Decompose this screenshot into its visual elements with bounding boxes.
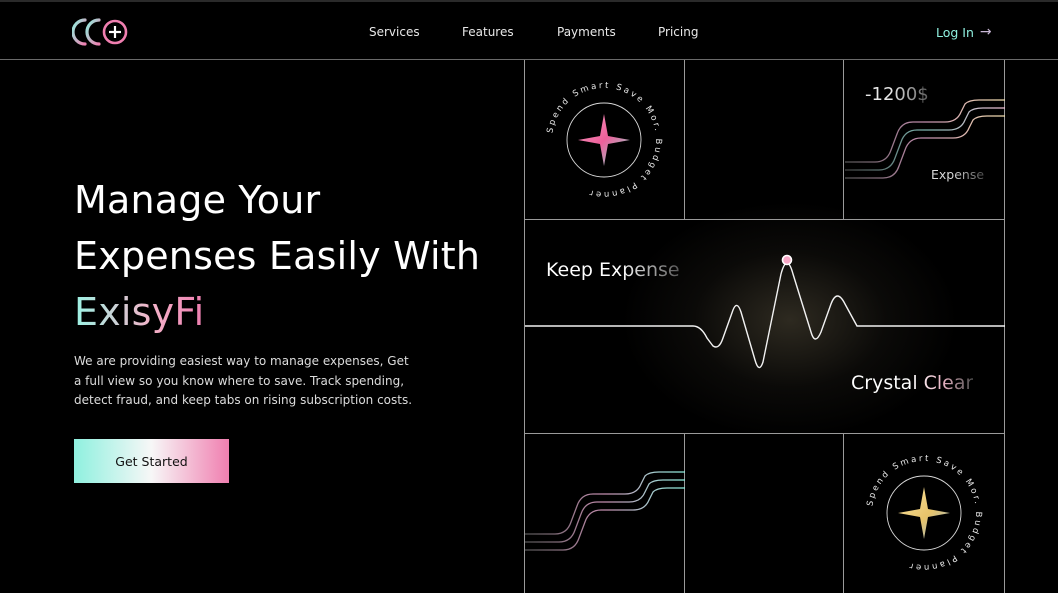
sparkle-star-icon (578, 114, 630, 166)
grid-divider (524, 433, 1005, 434)
pulse-peak-dot (781, 254, 793, 266)
pulse-line-chart (525, 254, 1005, 369)
hero-description: We are providing easiest way to manage e… (74, 354, 413, 407)
hero-title: Manage Your Expenses Easily With ExisyFi (74, 172, 514, 340)
hero-title-brand: ExisyFi (74, 290, 205, 334)
sparkle-star-icon (898, 487, 950, 539)
login-button[interactable]: Log In → (936, 24, 992, 40)
login-label: Log In (936, 24, 974, 40)
grid-divider (684, 60, 685, 220)
grid-divider (843, 60, 844, 220)
nav-features-link[interactable]: Features (462, 25, 514, 39)
grid-divider (843, 433, 844, 593)
crystal-clear-heading: Crystal Clear (851, 372, 974, 394)
nav-pricing-link[interactable]: Pricing (658, 25, 698, 39)
nav-services-link[interactable]: Services (369, 25, 420, 39)
top-nav-bar: Services Features Payments Pricing Log I… (0, 2, 1058, 60)
grid-divider (524, 219, 1005, 220)
expense-label: Expense (931, 167, 985, 182)
arrow-right-icon: → (979, 24, 992, 40)
brand-logo[interactable] (72, 17, 130, 47)
hero-title-line-2: Expenses Easily With (74, 234, 481, 278)
nav-payments-link[interactable]: Payments (557, 25, 616, 39)
get-started-button[interactable]: Get Started (74, 439, 229, 483)
hero-title-line-1: Manage Your (74, 178, 321, 222)
budget-planner-seal: Spend Smart Save Mor. Budget Planner (545, 81, 660, 199)
budget-planner-seal: Spend Smart Save Mor. Budget Planner (865, 454, 980, 572)
decorative-wave-lines (525, 471, 685, 551)
